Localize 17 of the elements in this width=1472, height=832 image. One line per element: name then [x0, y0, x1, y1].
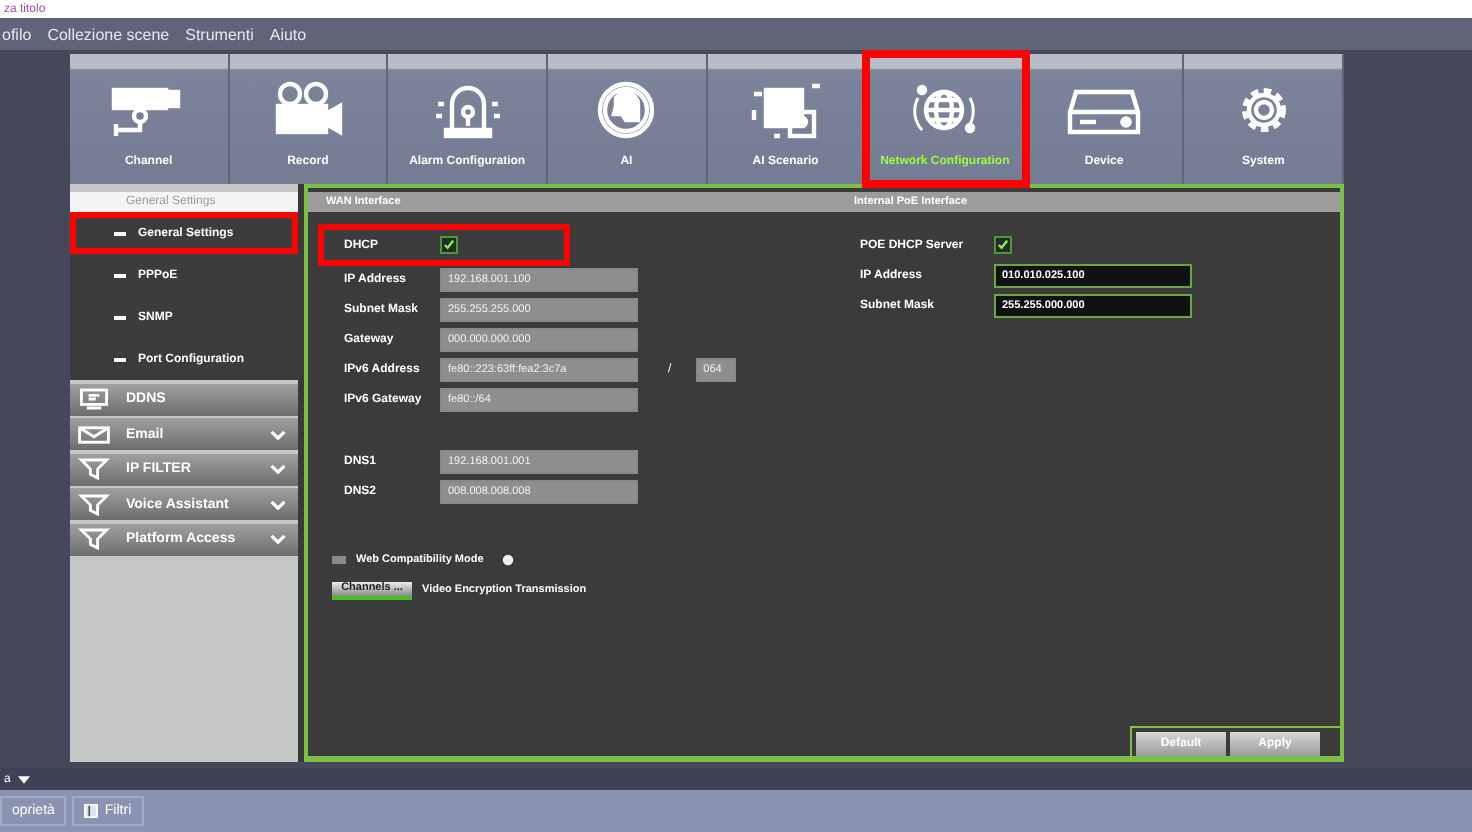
chevron-icon — [270, 534, 286, 544]
menu-item[interactable]: Aiuto — [269, 25, 307, 43]
menu-item[interactable]: Strumenti — [185, 25, 254, 43]
chevron-icon — [270, 499, 286, 509]
dhcp-checkbox[interactable] — [440, 236, 458, 254]
chevron-icon — [270, 464, 286, 474]
checkbox[interactable] — [332, 556, 346, 564]
envelope-icon — [76, 423, 112, 445]
menu-item[interactable]: Collezione scene — [47, 25, 170, 43]
checkbox[interactable] — [994, 236, 1012, 254]
monitor-icon — [76, 388, 112, 410]
funnel-icon — [76, 493, 112, 515]
menu-item[interactable]: ofilo — [2, 25, 32, 43]
funnel-icon — [76, 458, 112, 480]
caret-icon — [18, 775, 31, 783]
funnel-icon — [76, 528, 112, 550]
chevron-icon — [270, 429, 286, 439]
